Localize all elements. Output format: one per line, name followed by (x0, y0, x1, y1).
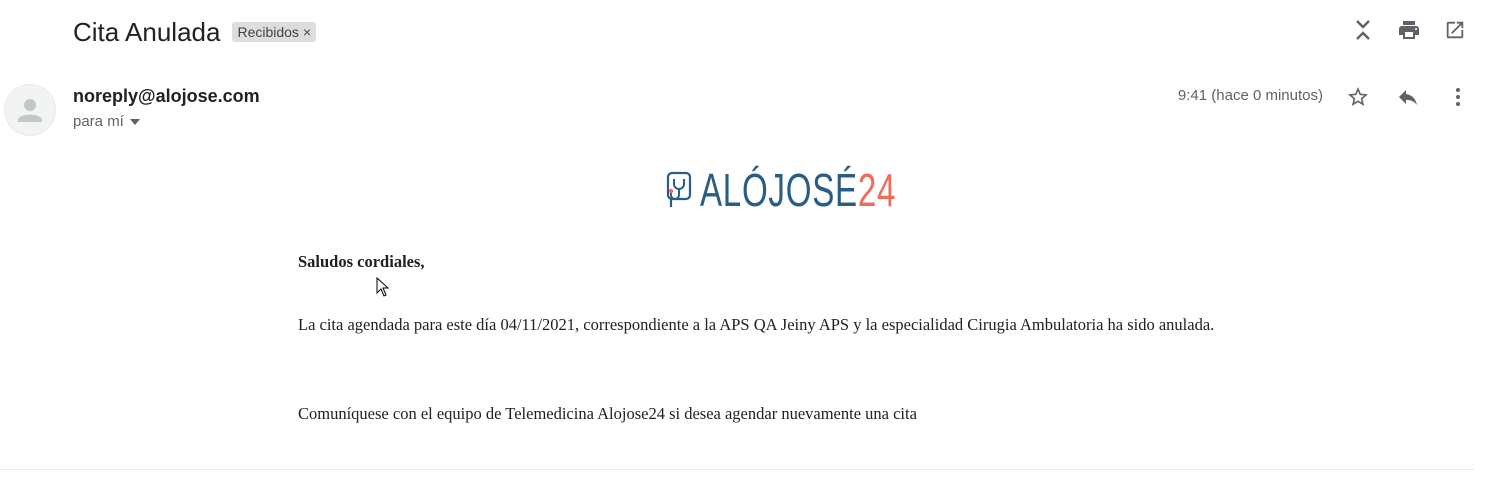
logo-wordmark: ALÓJOSÉ24 (700, 164, 897, 216)
more-vert-icon[interactable] (1445, 84, 1471, 110)
recipient-label: para mí (73, 113, 124, 130)
print-icon[interactable] (1397, 18, 1421, 42)
message-actions (1345, 84, 1471, 110)
caret-down-icon (129, 118, 140, 125)
email-subject: Cita Anulada (73, 16, 221, 47)
mouse-pointer-icon (376, 276, 390, 302)
sender-address[interactable]: noreply@alojose.com (73, 86, 260, 107)
body-paragraph-2: Comuníquese con el equipo de Telemedicin… (298, 404, 917, 423)
label-chip-text: Recibidos (237, 24, 299, 40)
greeting-text: Saludos cordiales, (298, 252, 425, 271)
default-avatar-icon (18, 99, 42, 122)
subject-row: Cita Anulada Recibidos × (73, 14, 317, 50)
label-chip-inbox[interactable]: Recibidos × (232, 22, 317, 42)
stethoscope-icon (666, 171, 692, 207)
sender-avatar[interactable] (4, 84, 56, 136)
email-timestamp: 9:41 (hace 0 minutos) (1177, 87, 1323, 104)
collapse-all-icon[interactable] (1351, 18, 1375, 42)
recipient-dropdown[interactable]: para mí (73, 113, 140, 130)
alojose24-logo: ALÓJOSÉ24 (666, 163, 972, 217)
star-icon[interactable] (1345, 84, 1371, 110)
remove-label-icon[interactable]: × (303, 24, 311, 40)
reply-icon[interactable] (1395, 84, 1421, 110)
thread-toolbar (1351, 18, 1467, 42)
body-paragraph-1: La cita agendada para este día 04/11/202… (298, 315, 1215, 334)
open-new-window-icon[interactable] (1443, 18, 1467, 42)
message-divider (0, 469, 1474, 470)
